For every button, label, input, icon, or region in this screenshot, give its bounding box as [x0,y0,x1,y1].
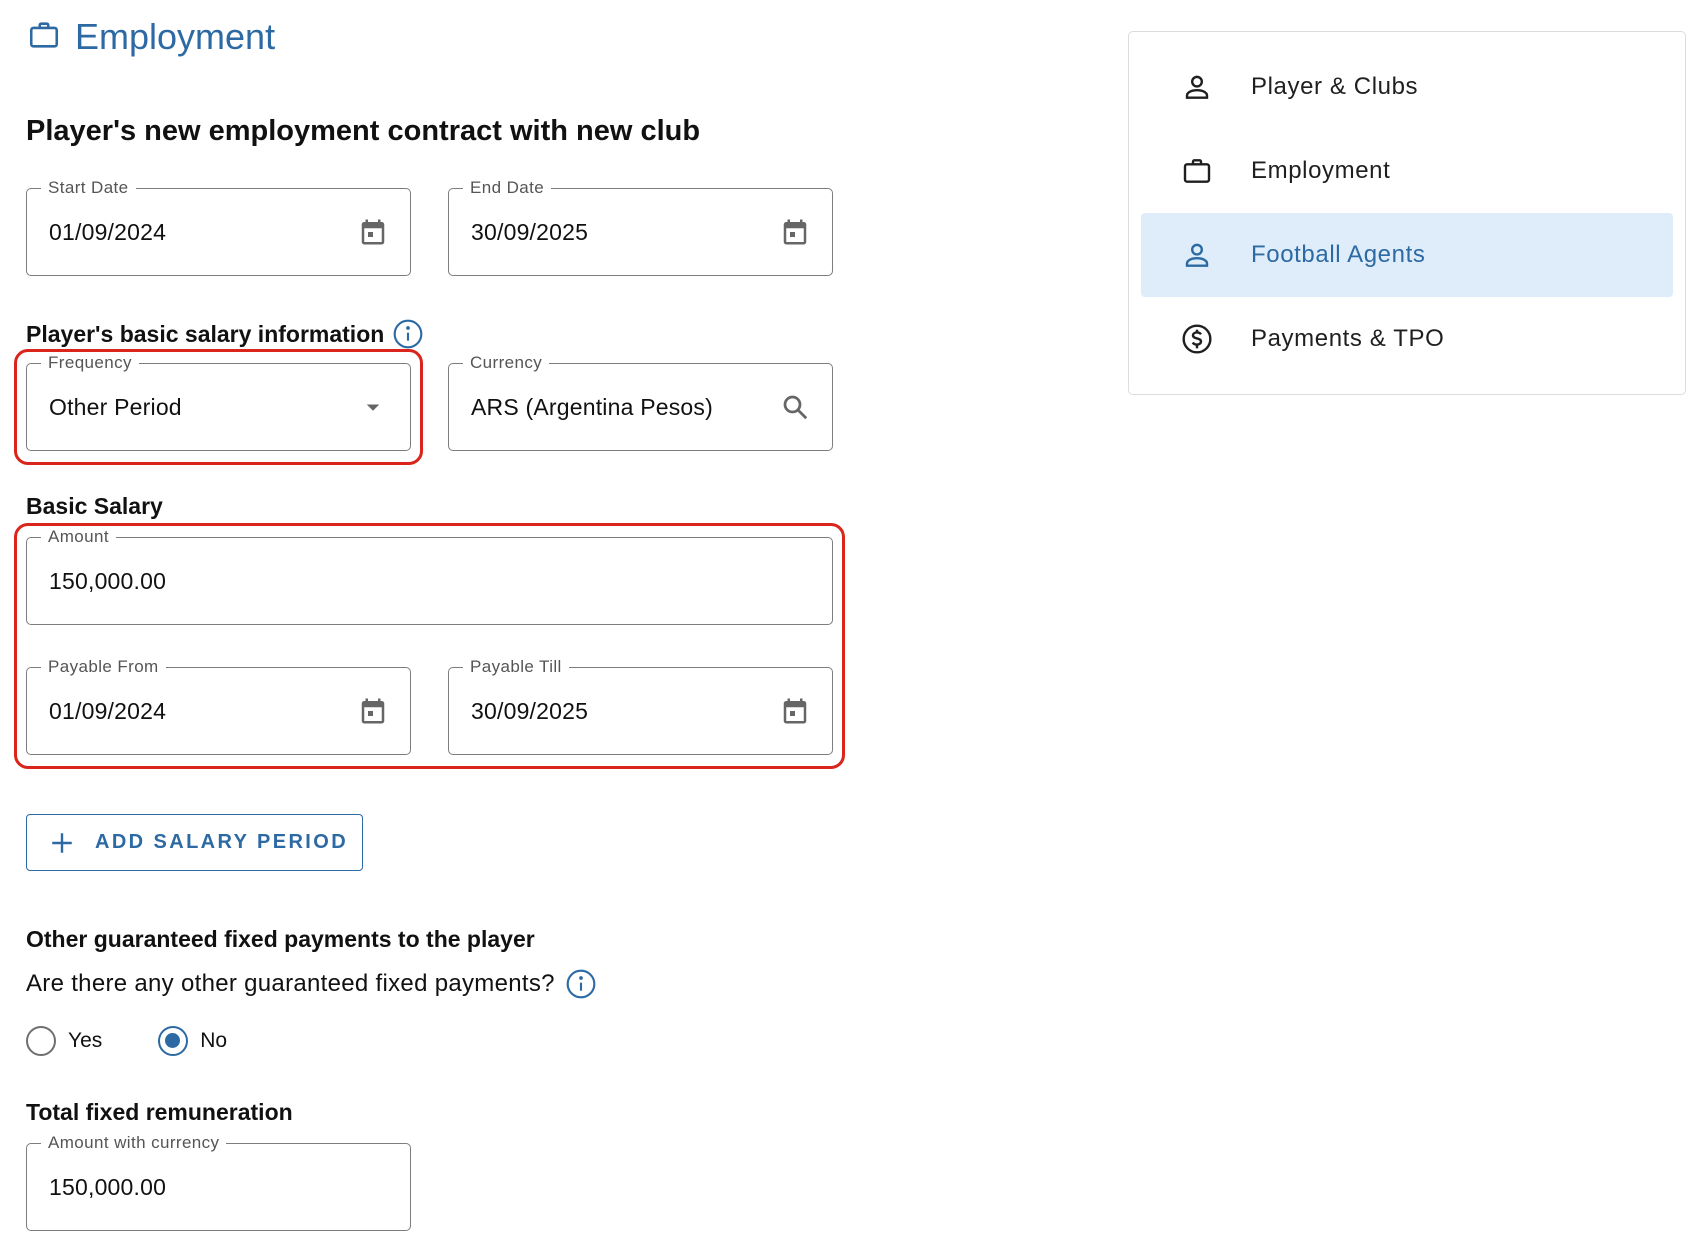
nav-item-label: Player & Clubs [1251,73,1419,100]
radio-circle[interactable] [158,1026,189,1056]
basic-salary-title: Basic Salary [26,493,163,519]
currency-value: ARS (Argentina Pesos) [471,393,713,420]
payable-till-field[interactable]: Payable Till 30/09/2025 [448,657,833,755]
nav-item-employment[interactable]: Employment [1141,129,1673,213]
salary-info-title-text: Player's basic salary information [26,320,385,347]
nav-item-label: Payments & TPO [1251,325,1445,352]
radio-no-label: No [200,1029,228,1052]
dropdown-arrow-icon[interactable] [358,364,388,450]
info-icon[interactable] [565,968,597,1000]
dollar-circle-icon [1182,324,1212,354]
payable-till-value: 30/09/2025 [471,697,589,724]
start-date-field[interactable]: Start Date 01/09/2024 [26,178,411,276]
radio-no[interactable]: No [158,1026,227,1056]
payable-from-value: 01/09/2024 [49,697,167,724]
person-icon [1185,243,1209,267]
amount-field[interactable]: Amount 150,000.00 [26,527,833,625]
other-payments-question-text: Are there any other guaranteed fixed pay… [26,970,555,997]
calendar-icon[interactable] [358,668,388,754]
total-amount-value: 150,000.00 [49,1173,167,1200]
page-title: Employment [75,16,276,57]
currency-field[interactable]: Currency ARS (Argentina Pesos) [448,353,833,451]
other-payments-question: Are there any other guaranteed fixed pay… [26,968,597,1000]
total-amount-field[interactable]: Amount with currency 150,000.00 [26,1133,411,1231]
end-date-field[interactable]: End Date 30/09/2025 [448,178,833,276]
other-payments-title: Other guaranteed fixed payments to the p… [26,926,535,952]
section-nav: Player & Clubs Employment Football Agent… [1128,31,1686,395]
person-icon [1185,75,1209,99]
nav-item-player-clubs[interactable]: Player & Clubs [1141,45,1673,129]
search-icon[interactable] [780,364,810,450]
other-payments-radio-group: Yes No [26,1026,227,1056]
info-icon[interactable] [392,318,424,350]
calendar-icon[interactable] [358,189,388,275]
nav-item-football-agents[interactable]: Football Agents [1141,213,1673,297]
contract-section-title: Player's new employment contract with ne… [26,115,701,147]
add-salary-period-button[interactable]: ADD SALARY PERIOD [26,814,363,871]
page-header: Employment [27,16,275,58]
start-date-value: 01/09/2024 [49,218,167,245]
calendar-icon[interactable] [780,668,810,754]
end-date-value: 30/09/2025 [471,218,589,245]
plus-icon [52,832,72,853]
total-remuneration-title: Total fixed remuneration [26,1099,293,1125]
briefcase-icon [27,18,61,57]
briefcase-icon [1183,159,1211,183]
radio-yes[interactable]: Yes [26,1026,102,1056]
add-salary-period-label: ADD SALARY PERIOD [95,831,349,853]
frequency-value: Other Period [49,393,182,420]
salary-info-title: Player's basic salary information [26,318,424,350]
radio-yes-label: Yes [68,1029,103,1052]
nav-item-payments-tpo[interactable]: Payments & TPO [1141,297,1673,381]
amount-value: 150,000.00 [49,567,167,594]
frequency-select[interactable]: Frequency Other Period [26,353,411,451]
payable-from-field[interactable]: Payable From 01/09/2024 [26,657,411,755]
nav-item-label: Football Agents [1251,241,1426,268]
radio-circle[interactable] [26,1026,56,1056]
nav-item-label: Employment [1251,157,1391,184]
calendar-icon[interactable] [780,189,810,275]
